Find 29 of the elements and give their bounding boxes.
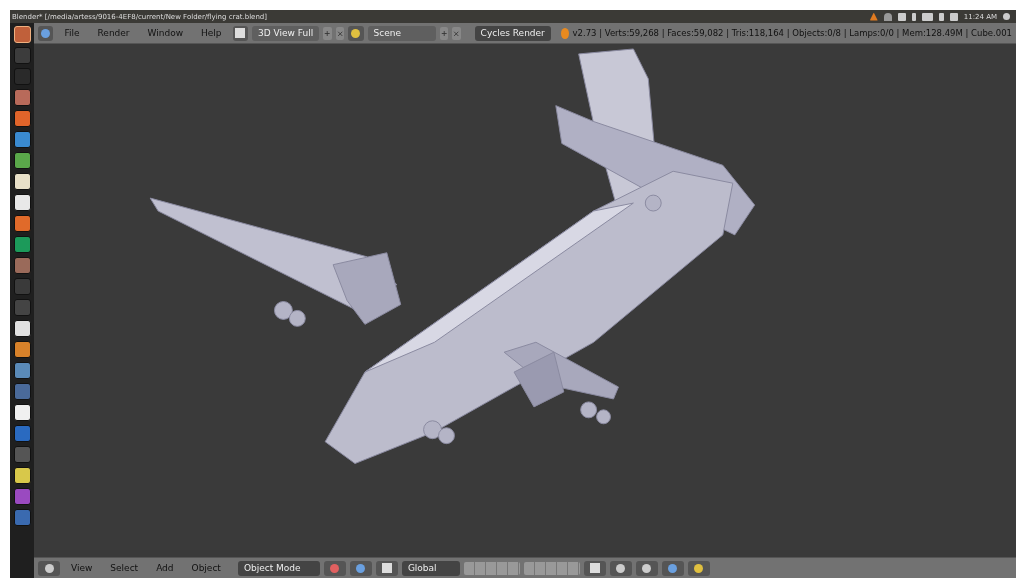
app-launcher-icon[interactable] xyxy=(13,404,31,421)
menu-item[interactable]: Window xyxy=(140,28,191,38)
app-launcher-icon[interactable] xyxy=(13,341,31,358)
menu-item[interactable]: Help xyxy=(194,28,229,38)
app-launcher-icon[interactable] xyxy=(13,467,31,484)
app-launcher-icon[interactable] xyxy=(13,26,31,43)
close-icon[interactable] xyxy=(452,26,461,40)
orientation-dropdown[interactable]: Global xyxy=(401,560,460,576)
menu-item[interactable]: Render xyxy=(90,28,137,38)
app-launcher-icon[interactable] xyxy=(13,194,31,211)
add-icon[interactable] xyxy=(323,26,332,40)
app-launcher-icon[interactable] xyxy=(13,320,31,337)
cone-icon[interactable] xyxy=(869,12,878,21)
menu-item[interactable]: File xyxy=(57,28,87,38)
mode-dropdown[interactable]: Object Mode xyxy=(237,560,320,576)
blender-logo-icon xyxy=(560,27,569,39)
3d-viewport[interactable] xyxy=(34,44,1016,557)
scene-statistics: v2.73 | Verts:59,268 | Faces:59,082 | Tris:118,164 | Objects:0/8 | Lamps:0/0 | Mem:128.49M | Cube.001 xyxy=(572,28,1012,38)
add-icon[interactable] xyxy=(439,26,449,40)
menu-item[interactable]: Select xyxy=(103,563,146,573)
menu-item[interactable]: View xyxy=(64,563,100,573)
close-icon[interactable] xyxy=(335,26,345,40)
menu-item[interactable]: Add xyxy=(149,563,181,573)
layout-field[interactable]: 3D View Full xyxy=(252,25,320,41)
scene-field[interactable]: Scene xyxy=(367,25,436,41)
app-launcher-icon[interactable] xyxy=(13,173,31,190)
render-engine-dropdown[interactable]: Cycles Render xyxy=(474,25,551,41)
app-launcher-icon[interactable] xyxy=(13,152,31,169)
menu-item[interactable]: Object xyxy=(184,563,228,573)
